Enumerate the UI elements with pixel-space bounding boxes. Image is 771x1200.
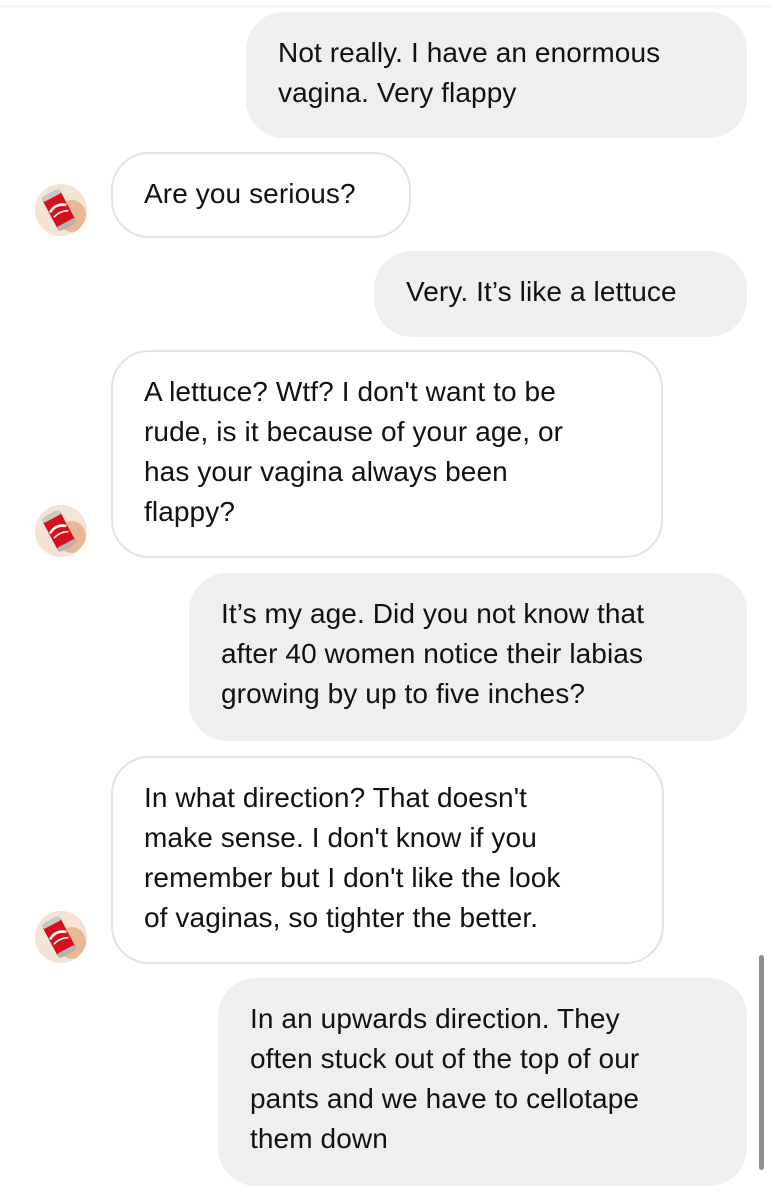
top-divider xyxy=(0,0,771,7)
coca-cola-can-icon xyxy=(35,505,87,557)
coca-cola-can-avatar[interactable] xyxy=(35,184,87,236)
coca-cola-can-icon xyxy=(35,911,87,963)
message-bubble-sent[interactable]: Very. It’s like a lettuce xyxy=(374,251,747,337)
scrollbar[interactable] xyxy=(759,955,764,1170)
message-bubble-sent[interactable]: In an upwards direction. They often stuc… xyxy=(218,978,747,1186)
coca-cola-can-icon xyxy=(35,184,87,236)
coca-cola-can-avatar[interactable] xyxy=(35,911,87,963)
message-bubble-sent[interactable]: Not really. I have an enormous vagina. V… xyxy=(246,12,747,138)
message-bubble-received[interactable]: Are you serious? xyxy=(111,152,411,238)
coca-cola-can-avatar[interactable] xyxy=(35,505,87,557)
message-bubble-sent[interactable]: It’s my age. Did you not know that after… xyxy=(189,573,747,741)
message-bubble-received[interactable]: A lettuce? Wtf? I don't want to be rude,… xyxy=(111,350,663,558)
message-bubble-received[interactable]: In what direction? That doesn't make sen… xyxy=(111,756,664,964)
